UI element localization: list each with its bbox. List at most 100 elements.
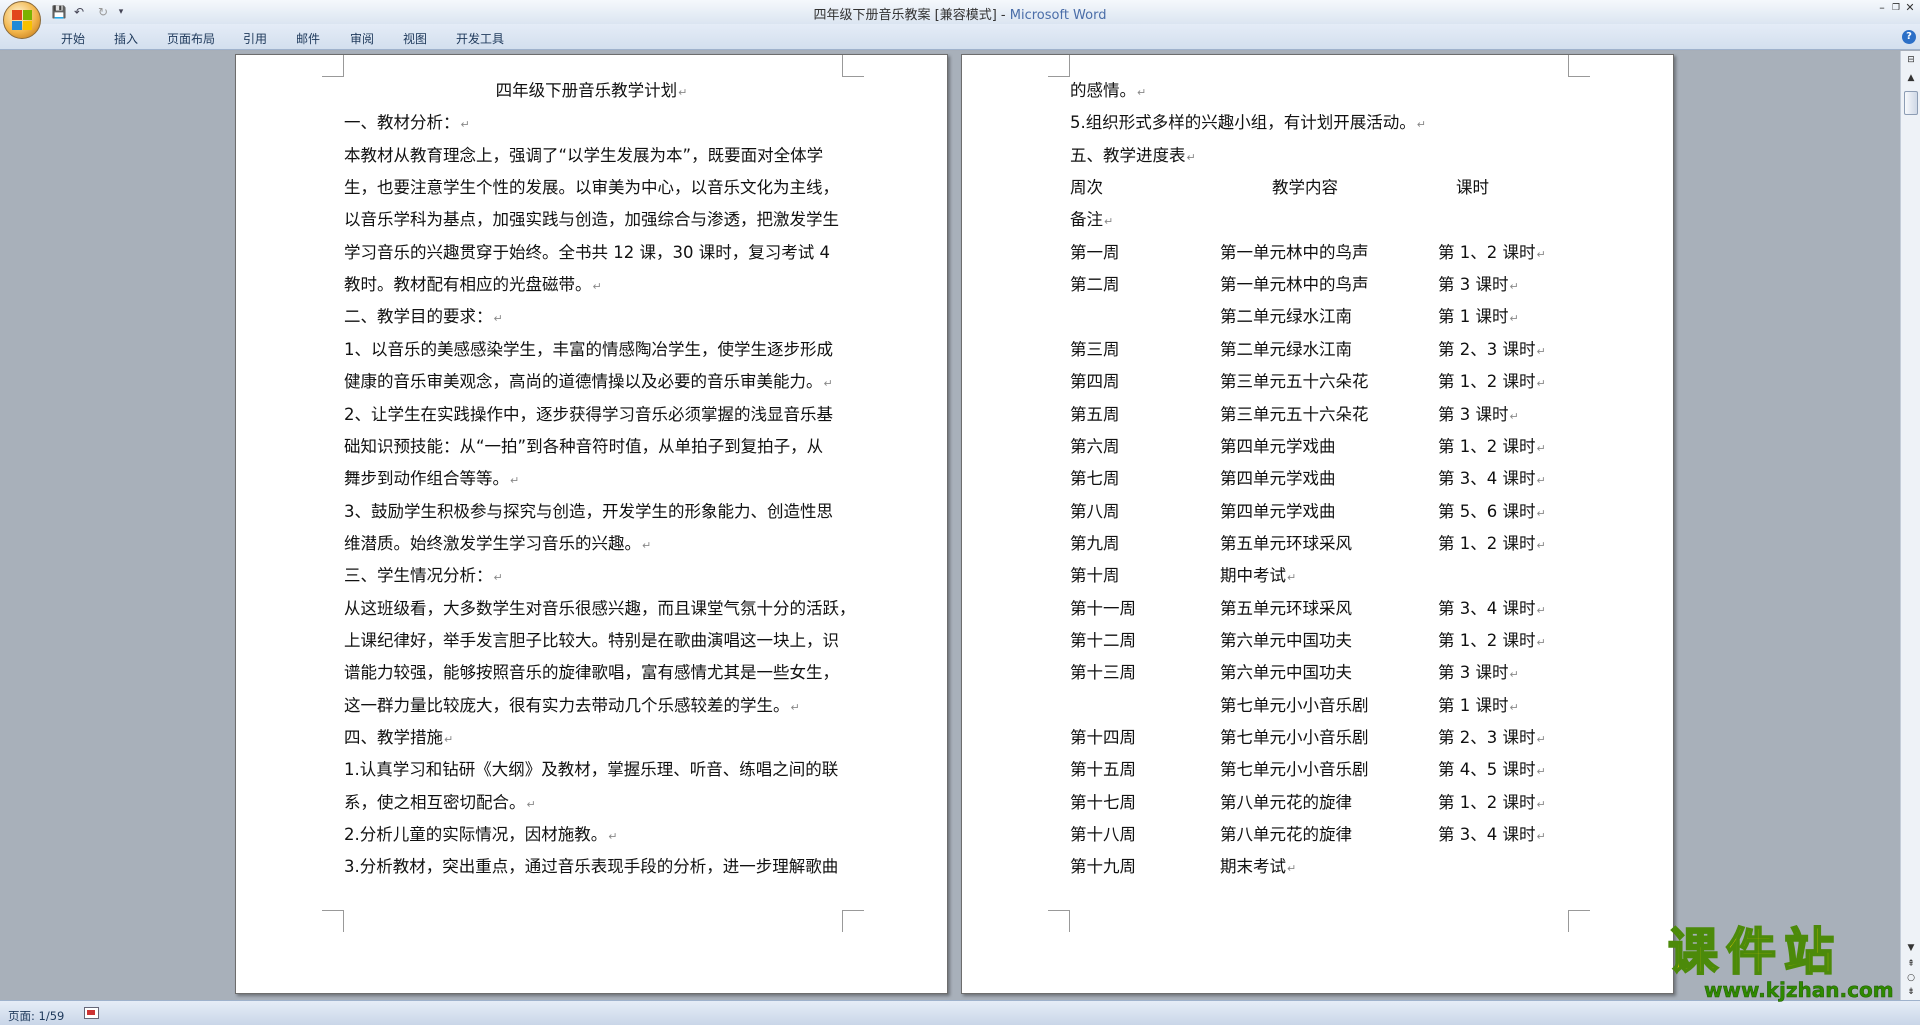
cell-text: 第二单元绿水江南 xyxy=(1220,339,1352,359)
cell-text: 第六单元中国功夫 xyxy=(1220,663,1352,683)
previous-page-icon[interactable]: ⇞ xyxy=(1903,957,1919,971)
body-text-line: 以音乐学科为基点，加强实践与创造，加强综合与渗透，把激发学生 xyxy=(344,210,839,230)
table-cell-content: 第一单元林中的鸟声 xyxy=(1220,275,1369,295)
cell-text: 第七单元小小音乐剧 xyxy=(1220,728,1369,747)
tab-insert[interactable]: 插入 xyxy=(114,30,138,47)
cell-text: 第 5、6 课时 xyxy=(1438,501,1536,521)
page-count[interactable]: 页面: 1/59 xyxy=(8,1008,64,1024)
cell-text: 第四单元学戏曲 xyxy=(1220,469,1336,489)
table-cell-content: 第六单元中国功夫 xyxy=(1220,631,1352,651)
cell-text: 第九周 xyxy=(1070,533,1120,553)
line-text: 1、以音乐的美感感染学生，丰富的情感陶冶学生，使学生逐步形成 xyxy=(344,339,833,359)
body-text-line: 舞步到动作组合等等。↵ xyxy=(344,469,519,491)
browse-object-icon[interactable]: ○ xyxy=(1903,971,1919,985)
ribbon-tabs: 开始 插入 页面布局 引用 邮件 审阅 视图 开发工具 xyxy=(0,24,1920,50)
cell-text: 周次 xyxy=(1070,178,1103,198)
document-workspace: 四年级下册音乐教学计划↵ 一、教材分析：↵ 本教材从教育理念上，强调了“以学生发展为… xyxy=(0,51,1900,1000)
page-1: 四年级下册音乐教学计划↵ 一、教材分析：↵ 本教材从教育理念上，强调了“以学生发展为… xyxy=(235,54,948,994)
table-header-hours: 课时 xyxy=(1456,178,1489,198)
cell-text: 第五单元环球采风 xyxy=(1220,598,1352,618)
cell-text: 第 2、3 课时 xyxy=(1438,728,1536,747)
scroll-thumb[interactable] xyxy=(1904,91,1918,115)
table-cell-content: 第八单元花的旋律 xyxy=(1220,825,1352,845)
table-cell-content: 第四单元学戏曲 xyxy=(1220,437,1336,457)
cell-text: 第一单元林中的鸟声 xyxy=(1220,275,1369,295)
watermark-logo: 课件站 www.kjzhan.com xyxy=(1667,923,1904,1003)
cell-text: 第 1 课时 xyxy=(1438,695,1509,715)
table-cell-week: 第十九周 xyxy=(1070,857,1136,877)
cell-text: 第 1、2 课时 xyxy=(1438,242,1536,262)
cell-text: 第 3 课时 xyxy=(1438,404,1509,424)
cell-text: 第五周 xyxy=(1070,404,1120,424)
line-text: 四、教学措施 xyxy=(344,728,443,747)
next-page-icon[interactable]: ⇟ xyxy=(1903,985,1919,999)
cell-text: 第 1、2 课时 xyxy=(1438,436,1536,456)
cell-text: 第五单元环球采风 xyxy=(1220,533,1352,553)
paragraph-mark-icon: ↵ xyxy=(1536,506,1546,520)
table-cell-week: 第十三周 xyxy=(1070,663,1136,683)
tab-review[interactable]: 审阅 xyxy=(350,30,374,47)
paragraph-mark-icon: ↵ xyxy=(823,377,833,391)
vertical-scrollbar[interactable]: ⊟ ▲ ▼ ⇞ ○ ⇟ xyxy=(1900,51,1920,1000)
paragraph-mark-icon: ↵ xyxy=(510,474,520,488)
body-text-line: 的感情。↵ xyxy=(1070,81,1146,103)
cell-text: 第三周 xyxy=(1070,339,1120,359)
cell-text: 第 1、2 课时 xyxy=(1438,630,1536,650)
table-cell-content: 第四单元学戏曲 xyxy=(1220,469,1336,489)
paragraph-mark-icon: ↵ xyxy=(642,538,652,552)
table-cell-hours: 第 1、2 课时↵ xyxy=(1438,534,1546,556)
table-cell-hours: 第 1、2 课时↵ xyxy=(1438,437,1546,459)
scroll-up-icon[interactable]: ▲ xyxy=(1903,71,1919,85)
close-button[interactable]: ✕ xyxy=(1900,0,1920,18)
table-cell-content: 第七单元小小音乐剧 xyxy=(1220,760,1369,780)
cell-text: 第十二周 xyxy=(1070,630,1136,650)
tab-mailings[interactable]: 邮件 xyxy=(296,30,320,47)
table-cell-week: 第二周 xyxy=(1070,275,1120,295)
help-icon[interactable]: ? xyxy=(1902,30,1916,44)
cell-text: 第 1、2 课时 xyxy=(1438,372,1536,392)
table-cell-hours: 第 3、4 课时↵ xyxy=(1438,599,1546,621)
office-button[interactable] xyxy=(3,1,41,39)
cell-text: 第十九周 xyxy=(1070,857,1136,877)
tab-home[interactable]: 开始 xyxy=(61,30,85,47)
paragraph-mark-icon: ↵ xyxy=(493,312,503,326)
table-cell-hours: 第 1 课时↵ xyxy=(1438,696,1519,718)
ruler-toggle-icon[interactable]: ⊟ xyxy=(1903,53,1919,67)
line-text: 系，使之相互密切配合。 xyxy=(344,792,526,812)
table-cell-content: 期末考试↵ xyxy=(1220,857,1296,879)
table-cell-week: 第八周 xyxy=(1070,502,1120,522)
body-text-line: 教时。教材配有相应的光盘磁带。↵ xyxy=(344,275,602,297)
cell-text: 第 2、3 课时 xyxy=(1438,339,1536,359)
cell-text: 第三单元五十六朵花 xyxy=(1220,372,1369,392)
tab-page-layout[interactable]: 页面布局 xyxy=(167,30,215,47)
tab-developer[interactable]: 开发工具 xyxy=(456,30,504,47)
cell-text: 第 3、4 课时 xyxy=(1438,469,1536,489)
line-text: 三、学生情况分析： xyxy=(344,566,493,586)
body-text-line: 3、鼓励学生积极参与探究与创造，开发学生的形象能力、创造性思 xyxy=(344,502,833,522)
cell-text: 第 3、4 课时 xyxy=(1438,598,1536,618)
table-cell-content: 第五单元环球采风 xyxy=(1220,534,1352,554)
paragraph-mark-icon: ↵ xyxy=(460,118,470,132)
body-text-line: 学习音乐的兴趣贯穿于始终。全书共 12 课，30 课时，复习考试 4 xyxy=(344,243,830,263)
cell-text: 教学内容 xyxy=(1272,178,1338,198)
table-cell-content: 第一单元林中的鸟声 xyxy=(1220,243,1369,263)
cell-text: 课时 xyxy=(1456,178,1489,198)
crop-mark xyxy=(322,55,344,77)
body-text-line: 二、教学目的要求：↵ xyxy=(344,307,503,329)
paragraph-mark-icon: ↵ xyxy=(1287,862,1297,876)
line-text: 1.认真学习和钻研《大纲》及教材，掌握乐理、听音、练唱之间的联 xyxy=(344,760,839,780)
proofing-icon[interactable] xyxy=(84,1007,99,1019)
crop-mark xyxy=(1048,910,1070,932)
paragraph-mark-icon: ↵ xyxy=(1536,797,1546,811)
table-header-week: 周次 xyxy=(1070,178,1103,198)
tab-view[interactable]: 视图 xyxy=(403,30,427,47)
tab-references[interactable]: 引用 xyxy=(243,30,267,47)
body-text-line: 础知识预技能：从“一拍”到各种音符时值，从单拍子到复拍子，从 xyxy=(344,437,823,457)
scroll-down-icon[interactable]: ▼ xyxy=(1903,941,1919,955)
paragraph-mark-icon: ↵ xyxy=(1536,441,1546,455)
cell-text: 第十周 xyxy=(1070,566,1120,586)
cell-text: 的感情。 xyxy=(1070,81,1136,100)
body-text-line: 五、教学进度表↵ xyxy=(1070,146,1196,168)
table-cell-content: 第七单元小小音乐剧 xyxy=(1220,728,1369,748)
cell-text: 第十三周 xyxy=(1070,663,1136,683)
